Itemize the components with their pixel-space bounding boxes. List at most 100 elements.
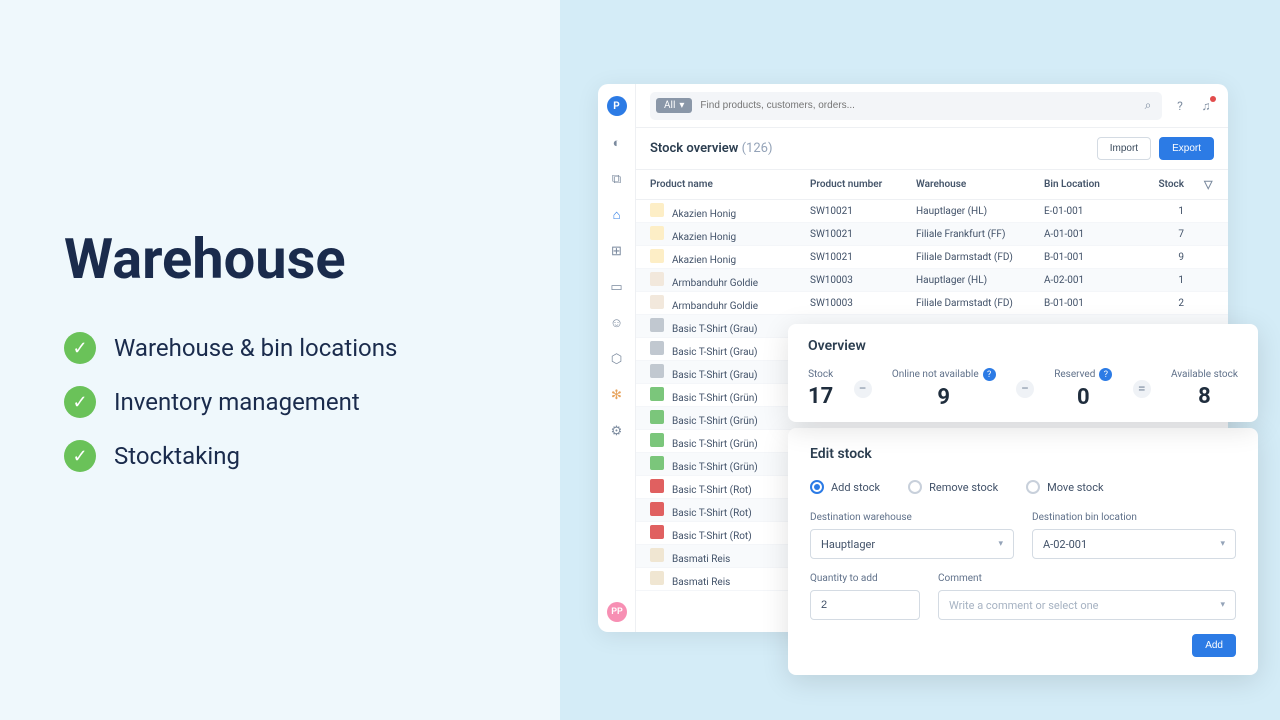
bag-icon[interactable]: ⬡	[608, 350, 626, 368]
search-input[interactable]	[692, 100, 1140, 111]
table-row[interactable]: Armbanduhr GoldieSW10003Filiale Darmstad…	[636, 292, 1228, 315]
minus-sign: −	[854, 380, 872, 398]
radio-remove-stock[interactable]: Remove stock	[908, 480, 998, 494]
col-header-number[interactable]: Product number	[810, 179, 916, 190]
product-icon	[650, 226, 664, 240]
filter-icon[interactable]: ▽	[1204, 178, 1212, 191]
quantity-field: Quantity to add	[810, 573, 920, 620]
feature-item: ✓ Stocktaking	[64, 440, 496, 472]
help-icon[interactable]: ?	[1099, 368, 1112, 381]
box-icon[interactable]: ⊞	[608, 242, 626, 260]
stock-value: 8	[1171, 384, 1238, 409]
destination-bin-select[interactable]: A-02-001▾	[1032, 529, 1236, 559]
marketing-left-pane: Warehouse ✓Warehouse & bin locations ✓In…	[0, 0, 560, 720]
dashboard-icon[interactable]: ◐	[608, 134, 626, 152]
equals-sign: =	[1133, 380, 1151, 398]
check-icon: ✓	[64, 332, 96, 364]
user-icon[interactable]: ☺	[608, 314, 626, 332]
radio-move-stock[interactable]: Move stock	[1026, 480, 1103, 494]
chevron-down-icon: ▾	[998, 539, 1003, 549]
table-row[interactable]: Armbanduhr GoldieSW10003Hauptlager (HL)A…	[636, 269, 1228, 292]
product-icon	[650, 387, 664, 401]
radio-add-stock[interactable]: Add stock	[810, 480, 880, 494]
bell-icon[interactable]: ♫	[1198, 98, 1214, 114]
minus-sign: −	[1016, 380, 1034, 398]
chevron-down-icon: ▾	[1220, 600, 1225, 610]
product-icon	[650, 502, 664, 516]
product-icon	[650, 433, 664, 447]
radio-dot	[1026, 480, 1040, 494]
stock-block-online-na: Online not available ? 9	[892, 368, 996, 410]
edit-title: Edit stock	[810, 446, 1236, 462]
people-icon[interactable]: ✻	[608, 386, 626, 404]
truck-icon[interactable]: ▭	[608, 278, 626, 296]
chevron-down-icon: ▾	[1220, 539, 1225, 549]
stock-action-radio-group: Add stock Remove stock Move stock	[810, 480, 1236, 494]
stock-value: 9	[892, 385, 996, 410]
stock-label: Online not available ?	[892, 368, 996, 381]
product-icon	[650, 203, 664, 217]
check-icon: ✓	[64, 440, 96, 472]
product-icon	[650, 364, 664, 378]
stock-label: Reserved ?	[1054, 368, 1112, 381]
stock-block-total: Stock 17	[808, 369, 833, 409]
comment-select[interactable]: Write a comment or select one▾	[938, 590, 1236, 620]
quantity-input-wrap	[810, 590, 920, 620]
table-row[interactable]: Akazien HonigSW10021Hauptlager (HL)E-01-…	[636, 200, 1228, 223]
col-header-name[interactable]: Product name	[650, 179, 810, 190]
overview-title: Overview	[808, 338, 1238, 354]
stock-label: Stock	[808, 369, 833, 380]
feature-item: ✓Inventory management	[64, 386, 496, 418]
feature-list: ✓ Warehouse & bin locations ✓Inventory ma…	[64, 332, 496, 494]
gear-icon[interactable]: ⚙	[608, 422, 626, 440]
copy-icon[interactable]: ⧉	[608, 170, 626, 188]
destination-warehouse-field: Destination warehouse Hauptlager▾	[810, 512, 1014, 559]
product-icon	[650, 410, 664, 424]
field-label: Quantity to add	[810, 573, 920, 584]
import-button[interactable]: Import	[1097, 137, 1151, 160]
header-actions: Import Export	[1097, 137, 1214, 160]
shop-icon[interactable]: ⌂	[608, 206, 626, 224]
product-icon	[650, 456, 664, 470]
product-icon	[650, 525, 664, 539]
radio-dot-selected	[810, 480, 824, 494]
stock-equation: Stock 17 − Online not available ? 9 − Re…	[808, 368, 1238, 410]
table-row[interactable]: Akazien HonigSW10021Filiale Darmstadt (F…	[636, 246, 1228, 269]
destination-warehouse-select[interactable]: Hauptlager▾	[810, 529, 1014, 559]
product-icon	[650, 295, 664, 309]
col-header-stock[interactable]: Stock	[1134, 179, 1184, 190]
overview-panel: Overview Stock 17 − Online not available…	[788, 324, 1258, 422]
edit-stock-panel: Edit stock Add stock Remove stock Move s…	[788, 428, 1258, 675]
edit-actions: Add	[810, 634, 1236, 657]
field-label: Destination bin location	[1032, 512, 1236, 523]
help-icon[interactable]: ?	[983, 368, 996, 381]
app-logo[interactable]: P	[607, 96, 627, 116]
field-label: Comment	[938, 573, 1236, 584]
col-header-warehouse[interactable]: Warehouse	[916, 179, 1044, 190]
stock-value: 0	[1054, 385, 1112, 410]
destination-bin-field: Destination bin location A-02-001▾	[1032, 512, 1236, 559]
product-icon	[650, 318, 664, 332]
add-button[interactable]: Add	[1192, 634, 1236, 657]
search-icon[interactable]: ⌕	[1140, 98, 1156, 114]
search-filter-pill[interactable]: All ▾	[656, 98, 692, 113]
radio-dot	[908, 480, 922, 494]
feature-text: Stocktaking	[114, 442, 240, 470]
product-icon	[650, 479, 664, 493]
form-row: Quantity to add Comment Write a comment …	[810, 573, 1236, 620]
table-row[interactable]: Akazien HonigSW10021Filiale Frankfurt (F…	[636, 223, 1228, 246]
form-row: Destination warehouse Hauptlager▾ Destin…	[810, 512, 1236, 559]
stock-block-reserved: Reserved ? 0	[1054, 368, 1112, 410]
product-icon	[650, 272, 664, 286]
app-sidebar: P ◐ ⧉ ⌂ ⊞ ▭ ☺ ⬡ ✻ ⚙ PP	[598, 84, 636, 632]
help-icon[interactable]: ?	[1172, 98, 1188, 114]
quantity-input[interactable]	[821, 599, 909, 611]
avatar[interactable]: PP	[607, 602, 627, 622]
col-header-bin[interactable]: Bin Location	[1044, 179, 1134, 190]
search-container: All ▾ ⌕	[650, 92, 1162, 120]
comment-field: Comment Write a comment or select one▾	[938, 573, 1236, 620]
field-label: Destination warehouse	[810, 512, 1014, 523]
export-button[interactable]: Export	[1159, 137, 1214, 160]
product-icon	[650, 571, 664, 585]
feature-text: Warehouse & bin locations	[114, 334, 397, 362]
